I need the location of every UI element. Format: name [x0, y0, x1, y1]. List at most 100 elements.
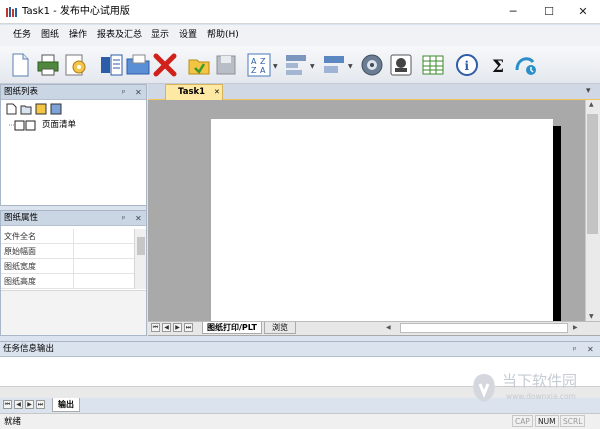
- query-button[interactable]: [513, 52, 539, 78]
- num-lock-indicator: NUM: [535, 415, 559, 427]
- drawing-list-panel: 图纸列表 ᵖ ✕ 页面清单: [0, 84, 147, 206]
- new-button[interactable]: [7, 52, 33, 78]
- align-dropdown[interactable]: ▼: [348, 63, 354, 70]
- add-folder-icon[interactable]: [20, 103, 32, 115]
- tab-plt-print[interactable]: 图纸打印/PLT: [202, 322, 262, 334]
- new-icon: [12, 53, 29, 77]
- tab-task1[interactable]: Task1 ✕: [165, 84, 223, 100]
- add-drawing-icon[interactable]: [5, 103, 17, 115]
- prop-row-width[interactable]: 图纸宽度: [1, 259, 134, 274]
- stamp-icon: [390, 54, 412, 76]
- output-close-button[interactable]: ✕: [587, 342, 594, 357]
- tab-dropdown-button[interactable]: ▾: [586, 86, 591, 96]
- info-icon: i: [456, 54, 478, 76]
- sort-button[interactable]: AZZA: [246, 52, 272, 78]
- caps-lock-indicator: CAP: [512, 415, 533, 427]
- tab-browse[interactable]: 浏览: [264, 322, 296, 334]
- menu-settings[interactable]: 设置: [179, 30, 197, 41]
- svg-text:A: A: [260, 66, 266, 75]
- output-last-icon[interactable]: ⏭: [36, 400, 45, 409]
- menu-operation[interactable]: 操作: [69, 30, 87, 41]
- save-button[interactable]: [213, 52, 239, 78]
- svg-text:Z: Z: [260, 57, 266, 66]
- prop-value: [73, 229, 134, 244]
- app-icon: [6, 7, 17, 17]
- tree-item-label: 页面清单: [42, 120, 77, 130]
- prop-row-height[interactable]: 图纸高度: [1, 274, 134, 289]
- page-settings-button[interactable]: [63, 52, 89, 78]
- highlight-icon[interactable]: [35, 103, 47, 115]
- menu-display[interactable]: 显示: [151, 30, 169, 41]
- svg-text:A: A: [251, 57, 257, 66]
- props-scrollbar[interactable]: [134, 229, 146, 289]
- next-page-icon[interactable]: ▶: [173, 323, 182, 332]
- horizontal-scroll-thumb[interactable]: [400, 323, 568, 333]
- output-pin-button[interactable]: ᵖ: [573, 342, 576, 357]
- prop-label: 文件全名: [4, 232, 36, 241]
- align-button[interactable]: [321, 52, 347, 78]
- menu-drawing[interactable]: 图纸: [41, 30, 59, 41]
- drawing-props-panel: 图纸属性 ᵖ ✕ 文件全名 原始幅面 图纸宽度 图纸高度: [0, 210, 147, 336]
- menu-reports[interactable]: 报表及汇总: [97, 30, 142, 41]
- scroll-left-icon[interactable]: ◀: [386, 324, 391, 331]
- import-button[interactable]: [99, 52, 125, 78]
- output-prev-icon[interactable]: ◀: [14, 400, 23, 409]
- props-scroll-thumb[interactable]: [137, 237, 145, 255]
- first-page-icon[interactable]: ⏮: [151, 323, 160, 332]
- sort-dropdown[interactable]: ▼: [273, 63, 279, 70]
- last-page-icon[interactable]: ⏭: [184, 323, 193, 332]
- delete-icon: [153, 53, 177, 77]
- menu-help[interactable]: 帮助(H): [207, 30, 239, 41]
- view-icon[interactable]: [50, 103, 62, 115]
- settings-page-icon: [65, 54, 86, 76]
- layout-button[interactable]: [283, 52, 309, 78]
- svg-text:Z: Z: [251, 66, 257, 75]
- open-folder-icon: [126, 54, 150, 75]
- table-button[interactable]: [420, 52, 446, 78]
- window-title: Task1 - 发布中心试用版: [22, 6, 130, 17]
- output-next-icon[interactable]: ▶: [25, 400, 34, 409]
- prop-value: [73, 259, 134, 274]
- output-first-icon[interactable]: ⏮: [3, 400, 12, 409]
- print-button[interactable]: [35, 52, 61, 78]
- drawing-list-pin-button[interactable]: ᵖ: [122, 85, 125, 100]
- open-button[interactable]: [125, 52, 151, 78]
- scroll-down-icon[interactable]: ▼: [589, 313, 594, 320]
- maximize-button[interactable]: ☐: [532, 0, 566, 24]
- close-button[interactable]: ✕: [566, 0, 600, 24]
- sum-button[interactable]: Σ: [486, 52, 512, 78]
- prev-page-icon[interactable]: ◀: [162, 323, 171, 332]
- scroll-lock-indicator: SCRL: [560, 415, 586, 427]
- scroll-up-icon[interactable]: ▲: [589, 101, 594, 108]
- config-button[interactable]: [359, 52, 385, 78]
- menu-bar: 任务 图纸 操作 报表及汇总 显示 设置 帮助(H): [0, 25, 600, 46]
- prop-label: 原始幅面: [4, 247, 36, 256]
- delete-button[interactable]: [152, 52, 178, 78]
- import-icon: [101, 54, 123, 76]
- scroll-right-icon[interactable]: ▶: [573, 324, 578, 331]
- table-icon: [422, 55, 444, 75]
- props-description-area: [1, 290, 146, 335]
- prop-row-original-size[interactable]: 原始幅面: [1, 244, 134, 259]
- refresh-button[interactable]: [186, 52, 212, 78]
- minimize-button[interactable]: ─: [496, 0, 530, 24]
- sort-icon: A ZZ A: [247, 53, 271, 77]
- tab-close-button[interactable]: ✕: [214, 85, 220, 100]
- prop-row-filename[interactable]: 文件全名: [1, 229, 134, 244]
- watermark-text: 当下软件园: [502, 372, 578, 390]
- drawing-list-close-button[interactable]: ✕: [135, 85, 142, 100]
- svg-text:Σ: Σ: [492, 57, 504, 77]
- menu-task[interactable]: 任务: [13, 30, 31, 41]
- tab-label: Task1: [178, 87, 206, 97]
- info-button[interactable]: i: [454, 52, 480, 78]
- drawing-canvas[interactable]: [211, 119, 553, 322]
- stamp-button[interactable]: [388, 52, 414, 78]
- drawing-list-toolbar: [3, 102, 145, 116]
- drawing-props-close-button[interactable]: ✕: [135, 211, 142, 226]
- tab-output[interactable]: 输出: [52, 398, 80, 412]
- drawing-props-pin-button[interactable]: ᵖ: [122, 211, 125, 226]
- layout-dropdown[interactable]: ▼: [310, 63, 316, 70]
- prop-value: [73, 274, 134, 289]
- watermark-url: www.downxia.com: [506, 392, 576, 401]
- vertical-scroll-thumb[interactable]: [587, 114, 598, 234]
